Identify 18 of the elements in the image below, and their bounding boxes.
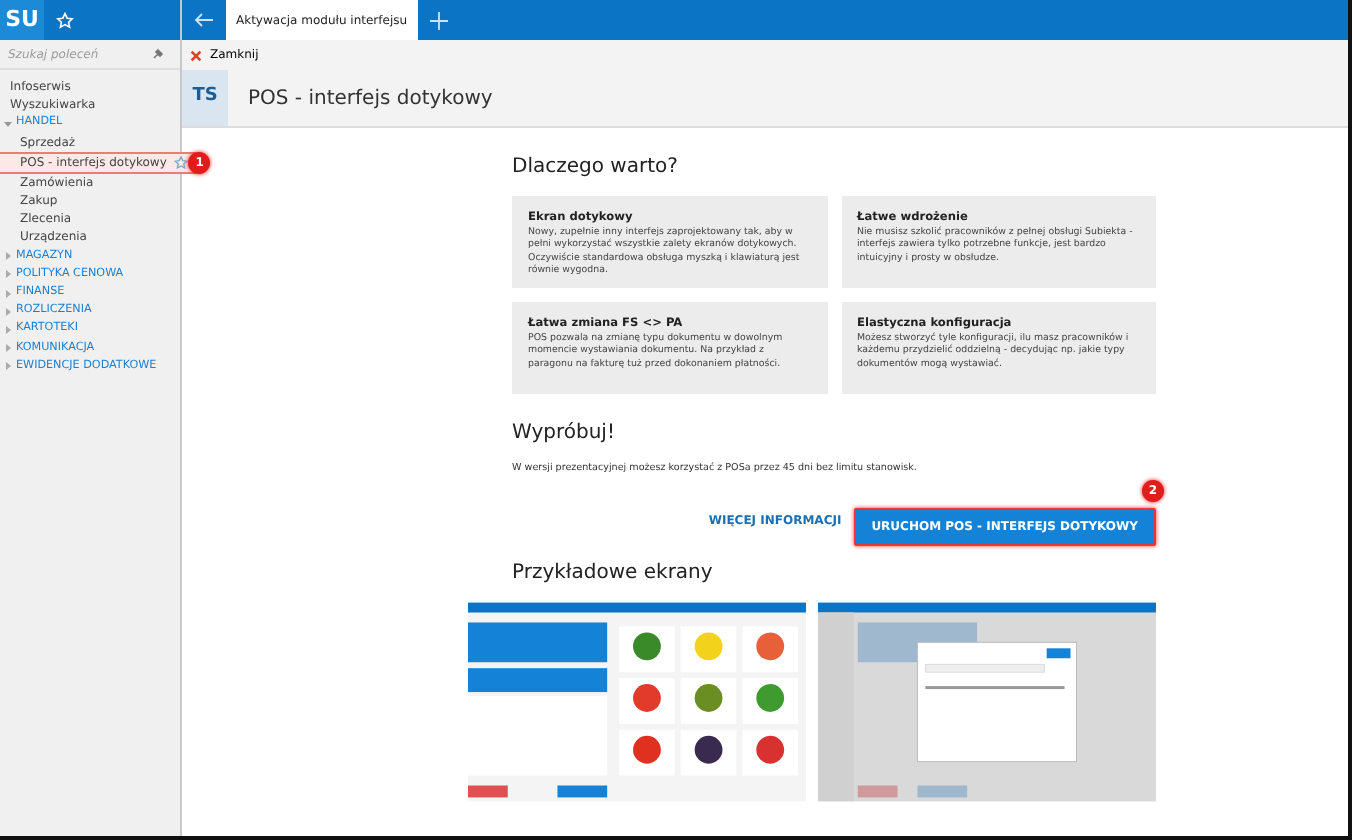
caret-right-icon[interactable] xyxy=(4,344,12,353)
caret-right-icon[interactable] xyxy=(4,252,12,261)
section-heading: Dlaczego warto? xyxy=(512,156,680,180)
caret-right-icon[interactable] xyxy=(4,307,12,316)
caret-down-icon[interactable] xyxy=(4,120,12,128)
app-logo[interactable]: SU xyxy=(0,0,44,40)
caret-right-icon[interactable] xyxy=(4,326,12,335)
plus-icon xyxy=(430,11,449,29)
section-heading: Wypróbuj! xyxy=(512,422,617,446)
arrow-left-icon xyxy=(194,12,214,28)
caret-right-icon[interactable] xyxy=(4,362,12,371)
star-icon[interactable] xyxy=(174,155,189,170)
close-icon xyxy=(190,49,202,61)
module-badge: TS xyxy=(182,70,228,126)
caret-right-icon[interactable] xyxy=(4,270,12,279)
caret-right-icon[interactable] xyxy=(4,289,12,298)
section-heading: Przykładowe ekrany xyxy=(512,562,715,587)
page-title: POS - interfejs dotykowy xyxy=(248,85,493,113)
